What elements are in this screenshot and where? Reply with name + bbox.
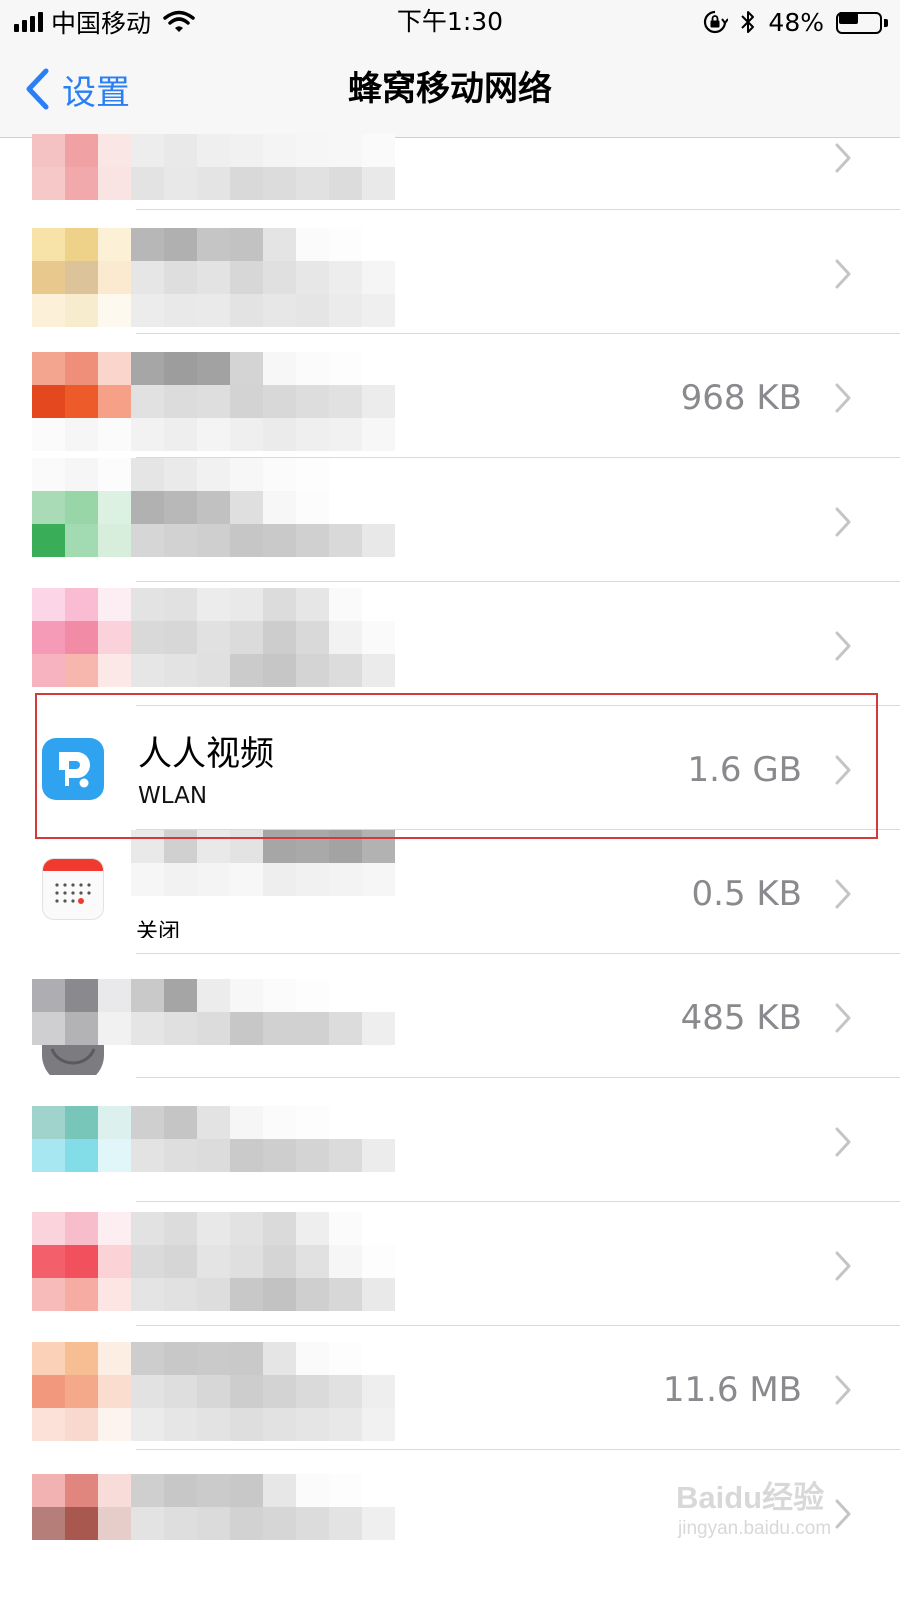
chevron-right-icon [835,383,851,413]
chevron-right-icon [835,259,851,289]
battery-level-fill [839,12,858,24]
blurred-app-row [32,134,395,200]
baidu-watermark: Baidu经验 jingyan.baidu.com [676,1472,866,1552]
blurred-app-row [32,1212,395,1311]
status-bar: 中国移动 下午1:30 48% [0,0,900,44]
list-item-renren-video[interactable]: 人人视频 WLAN 1.6 GB [0,706,900,830]
app-name: 人人视频 [138,734,274,774]
blurred-app-row [32,1342,395,1441]
list-item[interactable] [0,458,900,582]
page-title: 蜂窝移动网络 [348,69,552,109]
chevron-right-icon [835,879,851,909]
list-item[interactable] [0,210,900,334]
blurred-app-row [32,979,395,1045]
list-item[interactable] [0,1078,900,1202]
blurred-app-row [32,588,395,687]
app-usage-list: 968 KB 人人视频 WLAN 1.6 GB 关闭 0.5 KB 485 KB… [0,134,900,1574]
chevron-right-icon [835,1375,851,1405]
chevron-right-icon [835,1127,851,1157]
list-item[interactable]: 485 KB [0,954,900,1078]
blurred-app-row [32,1474,395,1540]
chevron-right-icon [835,631,851,661]
chevron-left-icon [26,68,49,110]
list-item[interactable]: 11.6 MB [0,1326,900,1450]
blurred-app-row [32,352,395,451]
list-item[interactable] [0,582,900,706]
chevron-right-icon [835,507,851,537]
status-right: 48% [702,6,888,38]
navigation-bar: 蜂窝移动网络 设置 [0,44,900,138]
list-item[interactable]: 968 KB [0,334,900,458]
app-network-setting: WLAN [138,783,208,809]
battery-percent: 48% [768,7,824,37]
list-item[interactable] [0,134,900,210]
data-usage-value: 0.5 KB [691,874,803,914]
blurred-app-row [131,830,395,896]
back-button-label: 设置 [62,72,130,113]
battery-icon [836,9,888,35]
blurred-app-row [32,458,395,557]
data-usage-value: 968 KB [680,378,802,418]
orientation-lock-icon [704,10,729,34]
watermark-url: jingyan.baidu.com [678,1518,832,1539]
calendar-icon [42,858,104,920]
data-usage-value: 1.6 GB [687,750,802,790]
chevron-right-icon [835,1251,851,1281]
back-button[interactable]: 设置 [24,66,130,113]
data-usage-value: 11.6 MB [662,1370,802,1410]
list-item[interactable] [0,1202,900,1326]
settings-gear-icon [42,1045,104,1075]
chevron-right-icon [835,1003,851,1033]
renren-video-icon [42,738,104,800]
list-item[interactable]: 关闭 0.5 KB [0,830,900,954]
app-network-setting: 关闭 [136,920,181,938]
chevron-right-icon [835,143,851,173]
blurred-app-row [32,228,395,327]
bluetooth-icon [741,11,755,33]
watermark-logo-text: Baidu经验 [676,1480,825,1515]
blurred-app-row [32,1106,395,1172]
chevron-right-icon [835,755,851,785]
data-usage-value: 485 KB [680,998,802,1038]
